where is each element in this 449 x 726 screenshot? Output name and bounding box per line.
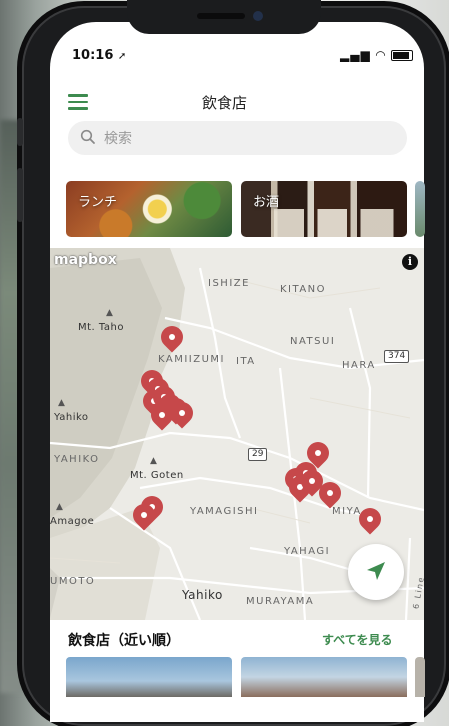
mountain-icon: ▲ [58, 398, 65, 408]
speaker [197, 13, 245, 19]
search-input[interactable] [102, 127, 386, 151]
place-label: Mt. Taho [78, 322, 124, 333]
category-label: ランチ [78, 195, 118, 210]
section-heading: 飲食店（近い順） [68, 633, 180, 649]
locate-me-button[interactable] [348, 544, 404, 600]
route-shield: 374 [384, 350, 410, 363]
mountain-icon: ▲ [56, 502, 63, 512]
place-label: NATSUI [290, 336, 336, 347]
place-label: YAHIKO [54, 454, 100, 465]
route-shield: 29 [248, 448, 268, 461]
status-time-text: 10:16 [72, 48, 114, 63]
restaurant-card[interactable] [66, 657, 232, 697]
battery-icon [391, 50, 414, 61]
camera [253, 11, 263, 21]
place-label: Amagoe [50, 516, 95, 527]
location-arrow-icon: ➚ [117, 51, 127, 62]
place-label: KITANO [280, 284, 327, 295]
category-card-next[interactable] [415, 181, 425, 237]
status-time: 10:16 ➚ [72, 48, 126, 63]
page-title: 飲食店 [201, 94, 247, 112]
place-label: ISHIZE [208, 278, 250, 289]
restaurant-card[interactable] [241, 657, 407, 697]
info-icon[interactable]: i [402, 254, 418, 270]
signal-icon: ▂▄▆ [340, 48, 371, 62]
place-label: UMOTO [50, 576, 96, 587]
phone-notch [127, 0, 321, 34]
place-label: Yahiko [182, 588, 223, 602]
category-label: お酒 [253, 195, 280, 210]
restaurant-card[interactable] [415, 657, 425, 697]
category-card-lunch[interactable]: ランチ [66, 181, 232, 237]
mountain-icon: ▲ [106, 308, 113, 318]
map-view[interactable]: mapbox i ISHIZE KITANO Mt. Taho NATSUI K… [50, 248, 424, 620]
category-card-drinks[interactable]: お酒 [241, 181, 407, 237]
place-label: Yahiko [54, 412, 89, 423]
place-label: ITA [236, 356, 256, 367]
place-label: YAHAGI [284, 546, 331, 557]
see-all-link[interactable]: すべてを見る [322, 631, 392, 648]
status-icons: ▂▄▆ ◠ [340, 48, 414, 62]
place-label: HARA [342, 360, 376, 371]
wifi-icon: ◠ [375, 48, 387, 62]
search-icon [80, 129, 95, 144]
mapbox-logo: mapbox [54, 252, 117, 268]
navigation-arrow-icon [367, 562, 385, 580]
mountain-icon: ▲ [150, 456, 157, 466]
place-label: MURAYAMA [246, 596, 315, 607]
place-label: Mt. Goten [130, 470, 184, 481]
place-label: KAMIIZUMI [158, 354, 225, 365]
place-label: YAMAGISHI [190, 506, 259, 517]
phone-side-button [17, 118, 23, 146]
search-bar[interactable] [68, 121, 407, 155]
place-label: MIYA [332, 506, 362, 517]
phone-side-button [17, 168, 23, 222]
